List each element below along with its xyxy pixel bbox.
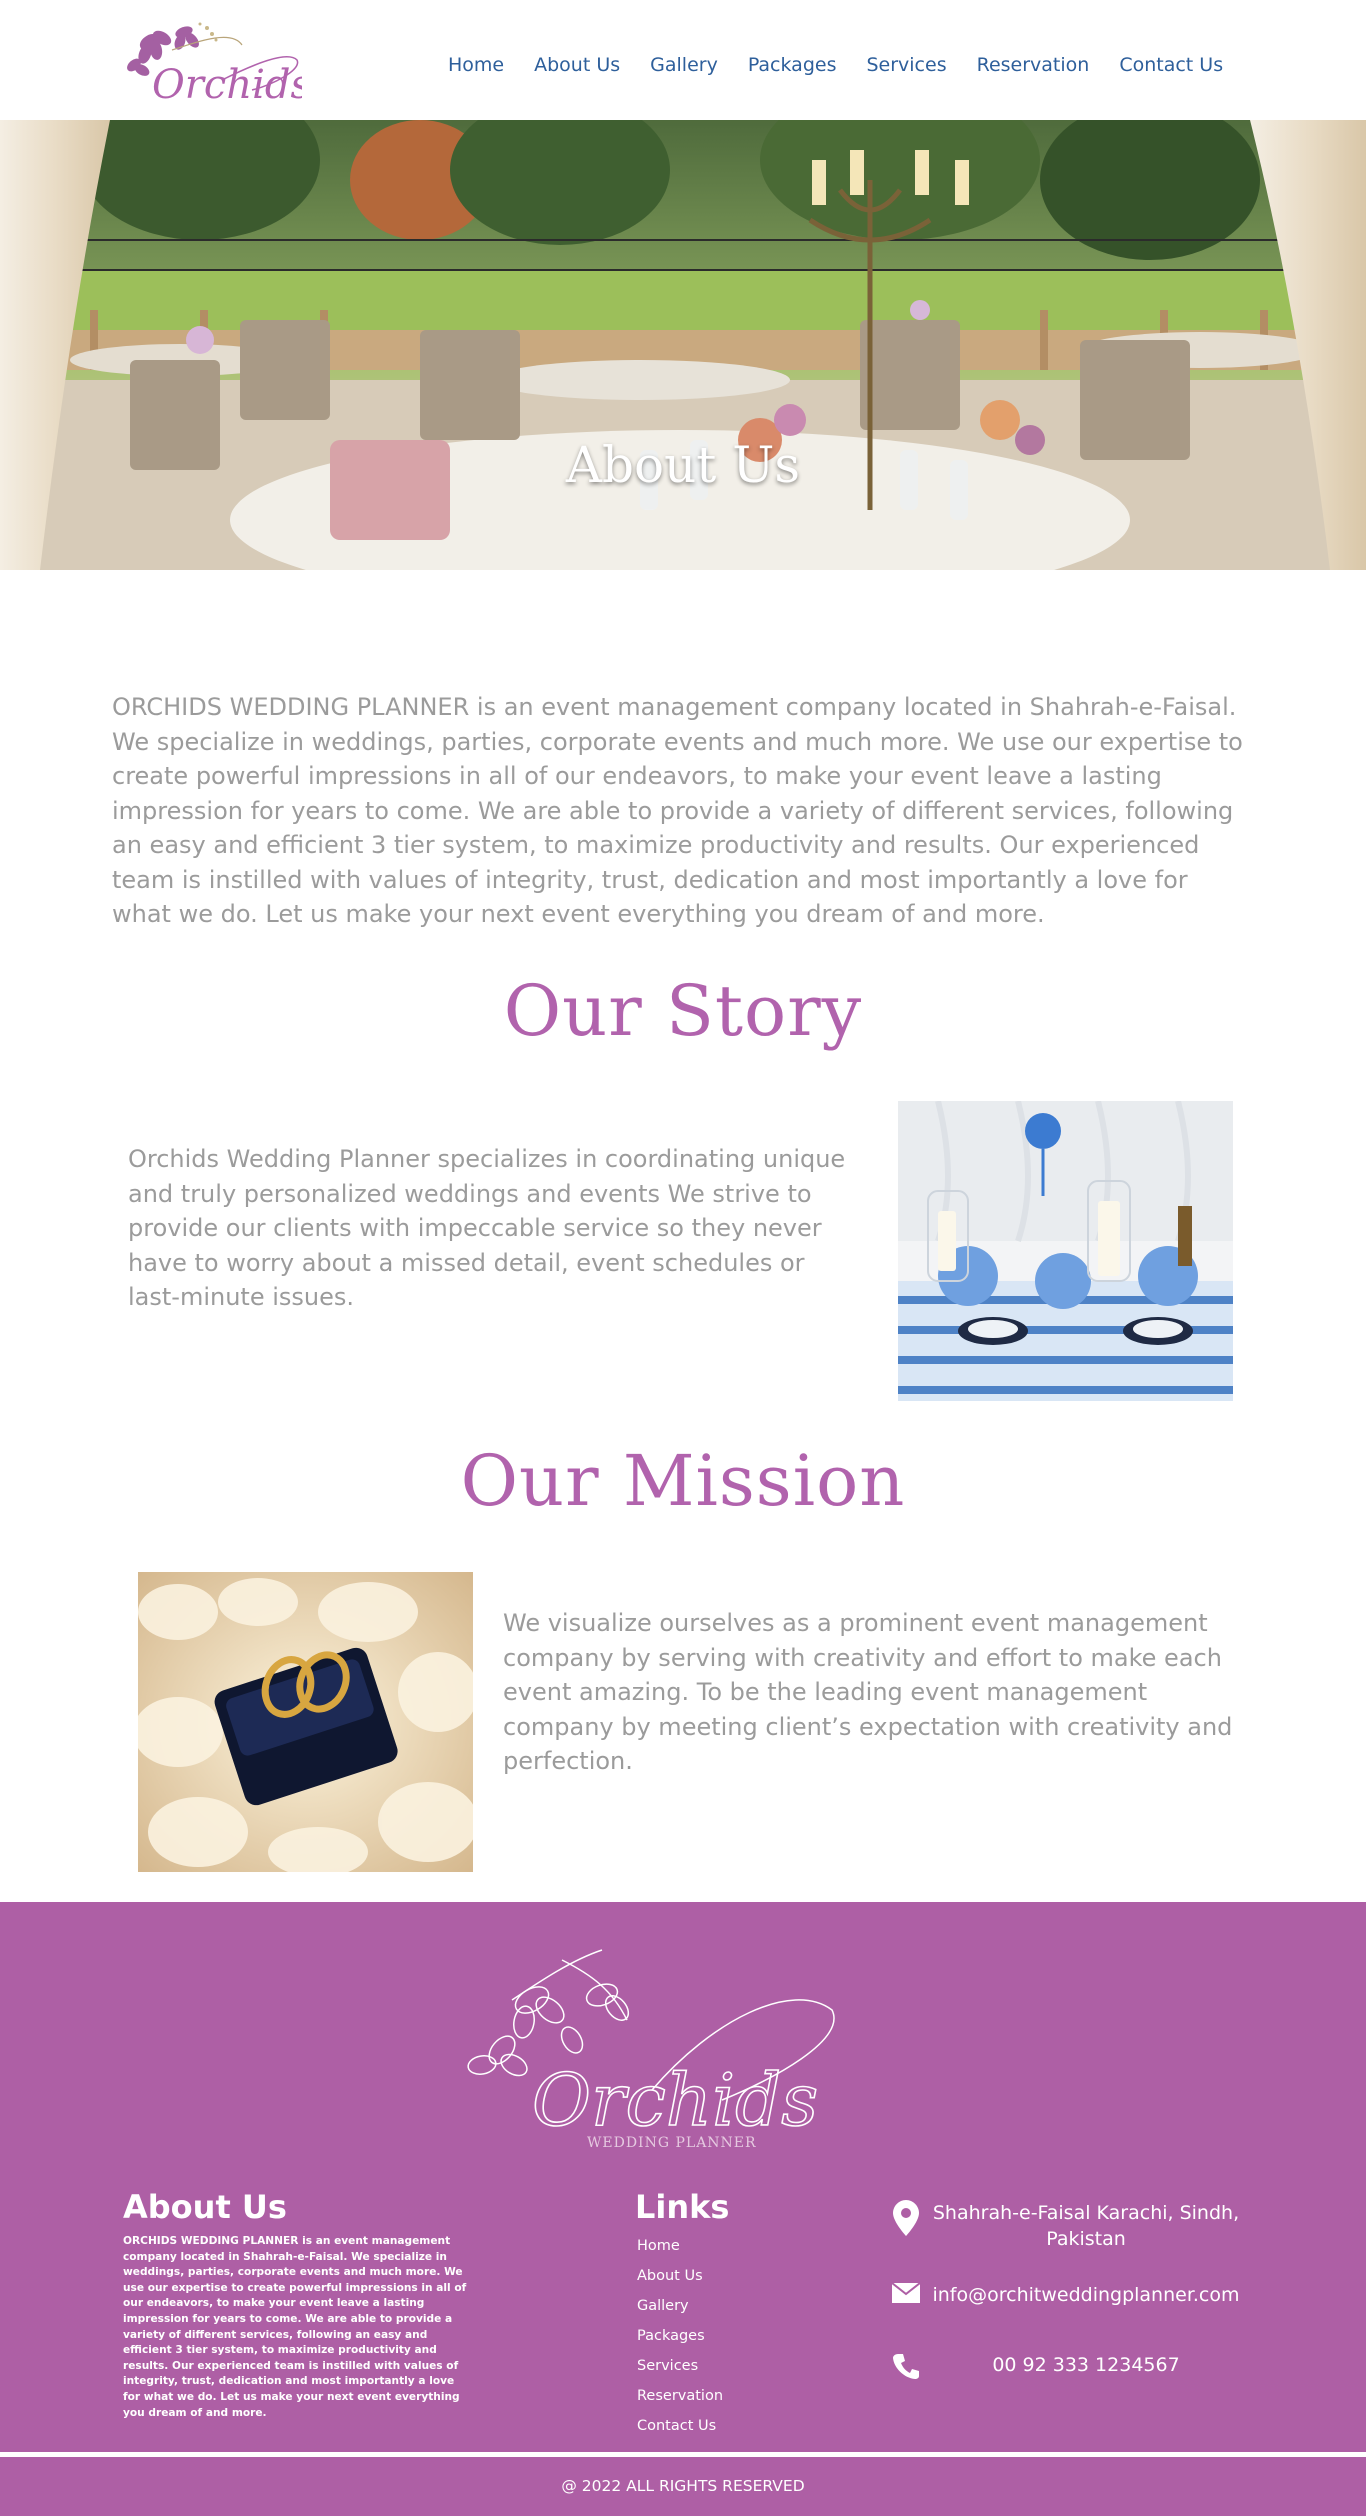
map-pin-icon	[890, 2200, 922, 2236]
nav-gallery[interactable]: Gallery	[650, 54, 718, 76]
mission-image	[138, 1572, 473, 1872]
footer-logo[interactable]: Orchids WEDDING PLANNER	[452, 1940, 842, 2151]
intro-text: ORCHIDS WEDDING PLANNER is an event mana…	[112, 693, 1243, 928]
footer-link-home[interactable]: Home	[637, 2238, 723, 2268]
nav-reservation[interactable]: Reservation	[977, 54, 1090, 76]
copyright-text: @ 2022 ALL RIGHTS RESERVED	[561, 2477, 805, 2495]
footer-about-text: ORCHIDS WEDDING PLANNER is an event mana…	[123, 2235, 467, 2419]
footer-divider	[0, 2452, 1366, 2457]
envelope-icon	[890, 2282, 922, 2304]
footer-phone[interactable]: 00 92 333 1234567	[890, 2352, 1250, 2380]
orchid-logo-icon: Orchids	[127, 22, 311, 108]
footer-link-about-us[interactable]: About Us	[637, 2268, 723, 2298]
footer-link-contact-us[interactable]: Contact Us	[637, 2418, 723, 2448]
footer-link-gallery[interactable]: Gallery	[637, 2298, 723, 2328]
nav-services[interactable]: Services	[866, 54, 946, 76]
table-setting-image	[898, 1101, 1233, 1401]
footer-address: Shahrah-e-Faisal Karachi, Sindh, Pakista…	[890, 2200, 1250, 2252]
story-text: Orchids Wedding Planner specializes in c…	[128, 1145, 846, 1311]
orchid-logo-icon: Orchids WEDDING PLANNER	[467, 1949, 835, 2151]
page: Orchids Home About Us Gallery Packages S…	[0, 0, 1366, 2516]
footer-about-heading: About Us	[123, 2188, 287, 2226]
nav-home[interactable]: Home	[448, 54, 504, 76]
wedding-rings-image	[138, 1572, 473, 1872]
site-footer: Orchids WEDDING PLANNER About Us ORCHIDS…	[0, 1902, 1366, 2516]
svg-text:WEDDING PLANNER: WEDDING PLANNER	[587, 2135, 757, 2150]
story-title: Our Story	[503, 970, 863, 1052]
footer-links-heading: Links	[635, 2188, 730, 2226]
header-logo[interactable]: Orchids	[112, 10, 311, 110]
site-header: Orchids Home About Us Gallery Packages S…	[0, 0, 1366, 120]
footer-links-list: Home About Us Gallery Packages Services …	[637, 2238, 723, 2448]
mission-title: Our Mission	[460, 1440, 906, 1522]
hero-image	[0, 120, 1366, 570]
footer-email-text[interactable]: info@orchitweddingplanner.com	[922, 2282, 1250, 2308]
svg-text:Orchids: Orchids	[152, 62, 302, 108]
mission-text: We visualize ourselves as a prominent ev…	[503, 1609, 1233, 1775]
nav-contact-us[interactable]: Contact Us	[1119, 54, 1223, 76]
hero-title: About Us	[565, 436, 801, 494]
footer-address-text: Shahrah-e-Faisal Karachi, Sindh, Pakista…	[932, 2202, 1240, 2250]
footer-link-packages[interactable]: Packages	[637, 2328, 723, 2358]
footer-phone-text[interactable]: 00 92 333 1234567	[922, 2352, 1250, 2378]
nav-packages[interactable]: Packages	[748, 54, 837, 76]
nav-about-us[interactable]: About Us	[534, 54, 620, 76]
footer-link-reservation[interactable]: Reservation	[637, 2388, 723, 2418]
svg-text:Orchids: Orchids	[532, 2058, 818, 2142]
footer-email[interactable]: info@orchitweddingplanner.com	[890, 2282, 1250, 2308]
phone-icon	[890, 2352, 922, 2380]
hero-banner: About Us	[0, 120, 1366, 570]
main-nav: Home About Us Gallery Packages Services …	[448, 54, 1223, 76]
footer-link-services[interactable]: Services	[637, 2358, 723, 2388]
story-image	[898, 1101, 1233, 1401]
